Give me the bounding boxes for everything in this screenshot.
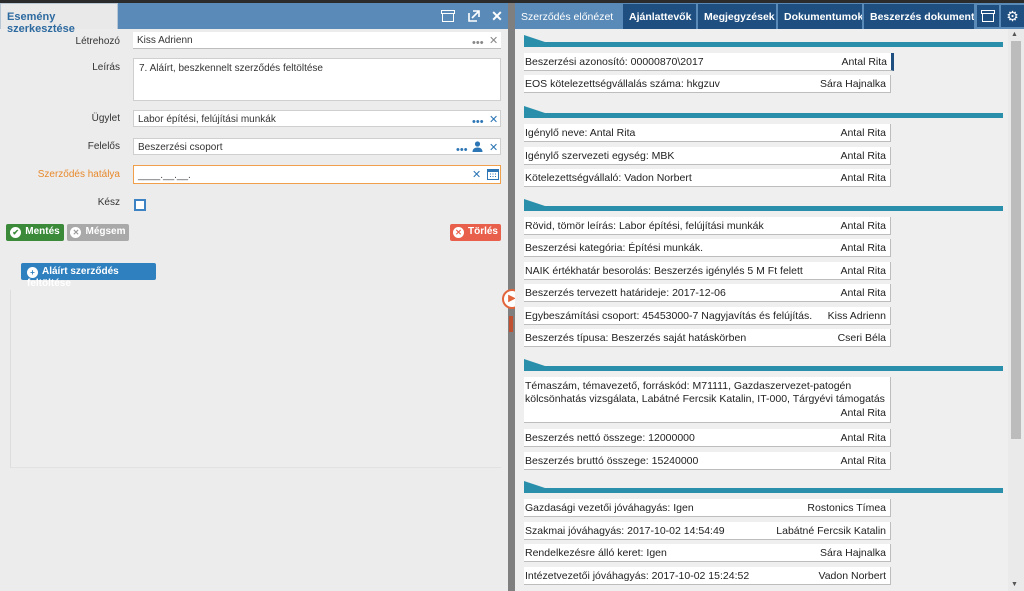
- clear-icon[interactable]: ✕: [489, 35, 498, 47]
- kesz-label: Kész: [97, 197, 120, 208]
- list-item: Kötelezettségvállaló: Vadon Norbert Antal…: [524, 169, 891, 187]
- letrehozo-label: Létrehozó: [75, 36, 120, 47]
- archive-icon[interactable]: [436, 5, 460, 27]
- leiras-label: Leírás: [92, 62, 120, 73]
- plus-icon: +: [27, 267, 38, 278]
- list-item: Beszerzés bruttó összege: 15240000 Antal …: [524, 452, 891, 470]
- ugylet-field[interactable]: Labor építési, felújítási munkák: [133, 110, 501, 127]
- tab-documents[interactable]: Dokumentumok: [778, 4, 862, 29]
- tab-bidders[interactable]: Ajánlattevők: [623, 4, 696, 29]
- list-item: EOS kötelezettségvállalás száma: hkgzuv S…: [524, 75, 891, 93]
- contract-preview-panel: Szerződés előnézet Ajánlattevők Megjegyz…: [515, 3, 1024, 591]
- list-item: Beszerzési azonosító: 00000870\2017 Antal…: [524, 53, 894, 71]
- more-icon[interactable]: •••: [472, 37, 484, 49]
- list-item: Rendelkezésre álló keret: Igen Sára Hajna…: [524, 544, 891, 562]
- cancel-button-label: Mégsem: [85, 226, 126, 237]
- list-item: Beszerzési kategória: Építési munkák. Ant…: [524, 239, 891, 257]
- leiras-textarea[interactable]: 7. Aláírt, beszkennelt szerződés feltölt…: [133, 58, 501, 101]
- scroll-up-icon[interactable]: ▲: [1011, 31, 1018, 38]
- clear-icon[interactable]: ✕: [489, 114, 498, 126]
- cancel-icon: ✕: [70, 227, 82, 238]
- section-separator: [524, 359, 1003, 371]
- user-icon[interactable]: [472, 141, 483, 155]
- close-icon[interactable]: ✕: [485, 5, 509, 27]
- more-icon[interactable]: •••: [456, 144, 468, 156]
- section-separator: [524, 481, 1003, 493]
- section-separator: [524, 106, 1003, 118]
- hataly-label: Szerződés hatálya: [37, 169, 120, 180]
- tab-notes[interactable]: Megjegyzések: [698, 4, 776, 29]
- scrollbar-thumb[interactable]: [1011, 41, 1021, 439]
- scroll-down-icon[interactable]: ▼: [1011, 581, 1018, 588]
- upload-button-label: Aláírt szerződés feltöltése: [27, 266, 119, 289]
- list-item: Egybeszámítási csoport: 45453000-7 Nagyj…: [524, 307, 891, 325]
- list-item: Rövid, tömör leírás: Labor építési, felú…: [524, 217, 891, 235]
- delete-button-label: Törlés: [467, 226, 498, 237]
- list-item: Intézetvezetői jóváhagyás: 2017-10-02 15…: [524, 567, 891, 585]
- list-item: Beszerzés tervezett határideje: 2017-12-…: [524, 284, 891, 302]
- list-item: Igénylő szervezeti egység: MBK Antal Rita: [524, 147, 891, 165]
- list-item: Igénylő neve: Antal Rita Antal Rita: [524, 124, 891, 142]
- list-item: Gazdasági vezetői jóváhagyás: Igen Roston…: [524, 499, 891, 517]
- list-item: Beszerzés típusa: Beszerzés saját hatásk…: [524, 329, 891, 347]
- list-item: NAIK értékhatár besorolás: Beszerzés igé…: [524, 262, 891, 280]
- kesz-checkbox[interactable]: [134, 199, 146, 211]
- preview-content: Beszerzési azonosító: 00000870\2017 Antal…: [515, 29, 1007, 591]
- splitter-marker: [509, 316, 513, 332]
- list-item: Témaszám, témavezető, forráskód: M71111,…: [524, 377, 891, 423]
- tab-bar: Szerződés előnézet Ajánlattevők Megjegyz…: [515, 3, 1024, 29]
- check-icon: ✔: [10, 227, 22, 238]
- list-item: Szakmai jóváhagyás: 2017-10-02 14:54:49 L…: [524, 522, 891, 540]
- tab-contract-preview[interactable]: Szerződés előnézet: [515, 4, 621, 29]
- delete-icon: ✕: [452, 227, 464, 238]
- calendar-icon[interactable]: [487, 168, 499, 183]
- delete-button[interactable]: ✕ Törlés: [450, 224, 501, 241]
- clear-icon[interactable]: ✕: [472, 169, 481, 181]
- upload-signed-contract-button[interactable]: + Aláírt szerződés feltöltése: [21, 263, 156, 289]
- ugylet-label: Ügylet: [91, 113, 120, 124]
- save-button-label: Mentés: [25, 226, 60, 237]
- event-editor-panel: Esemény szerkesztése ✕ Létrehozó Kiss Ad…: [0, 3, 508, 591]
- felelos-label: Felelős: [87, 141, 120, 152]
- save-button[interactable]: ✔ Mentés: [6, 224, 64, 241]
- upload-area: [10, 290, 501, 468]
- event-editor-title: Esemény szerkesztése: [0, 3, 118, 35]
- cancel-button[interactable]: ✕ Mégsem: [67, 224, 129, 241]
- clear-icon[interactable]: ✕: [489, 142, 498, 154]
- more-icon[interactable]: •••: [472, 116, 484, 128]
- letrehozo-field: Kiss Adrienn: [133, 32, 501, 49]
- section-separator: [524, 35, 1003, 47]
- gear-icon[interactable]: ⚙: [1001, 5, 1024, 27]
- section-separator: [524, 199, 1003, 211]
- hataly-date-input[interactable]: ____.__.__.: [133, 165, 501, 184]
- felelos-field[interactable]: Beszerzési csoport: [133, 138, 501, 155]
- tab-procurement-documents[interactable]: Beszerzés dokumentumai: [864, 4, 974, 29]
- list-item: Beszerzés nettó összege: 12000000 Antal R…: [524, 429, 891, 447]
- archive-icon[interactable]: [977, 5, 999, 27]
- event-editor-header: Esemény szerkesztése ✕: [0, 3, 509, 35]
- external-link-icon[interactable]: [462, 5, 486, 27]
